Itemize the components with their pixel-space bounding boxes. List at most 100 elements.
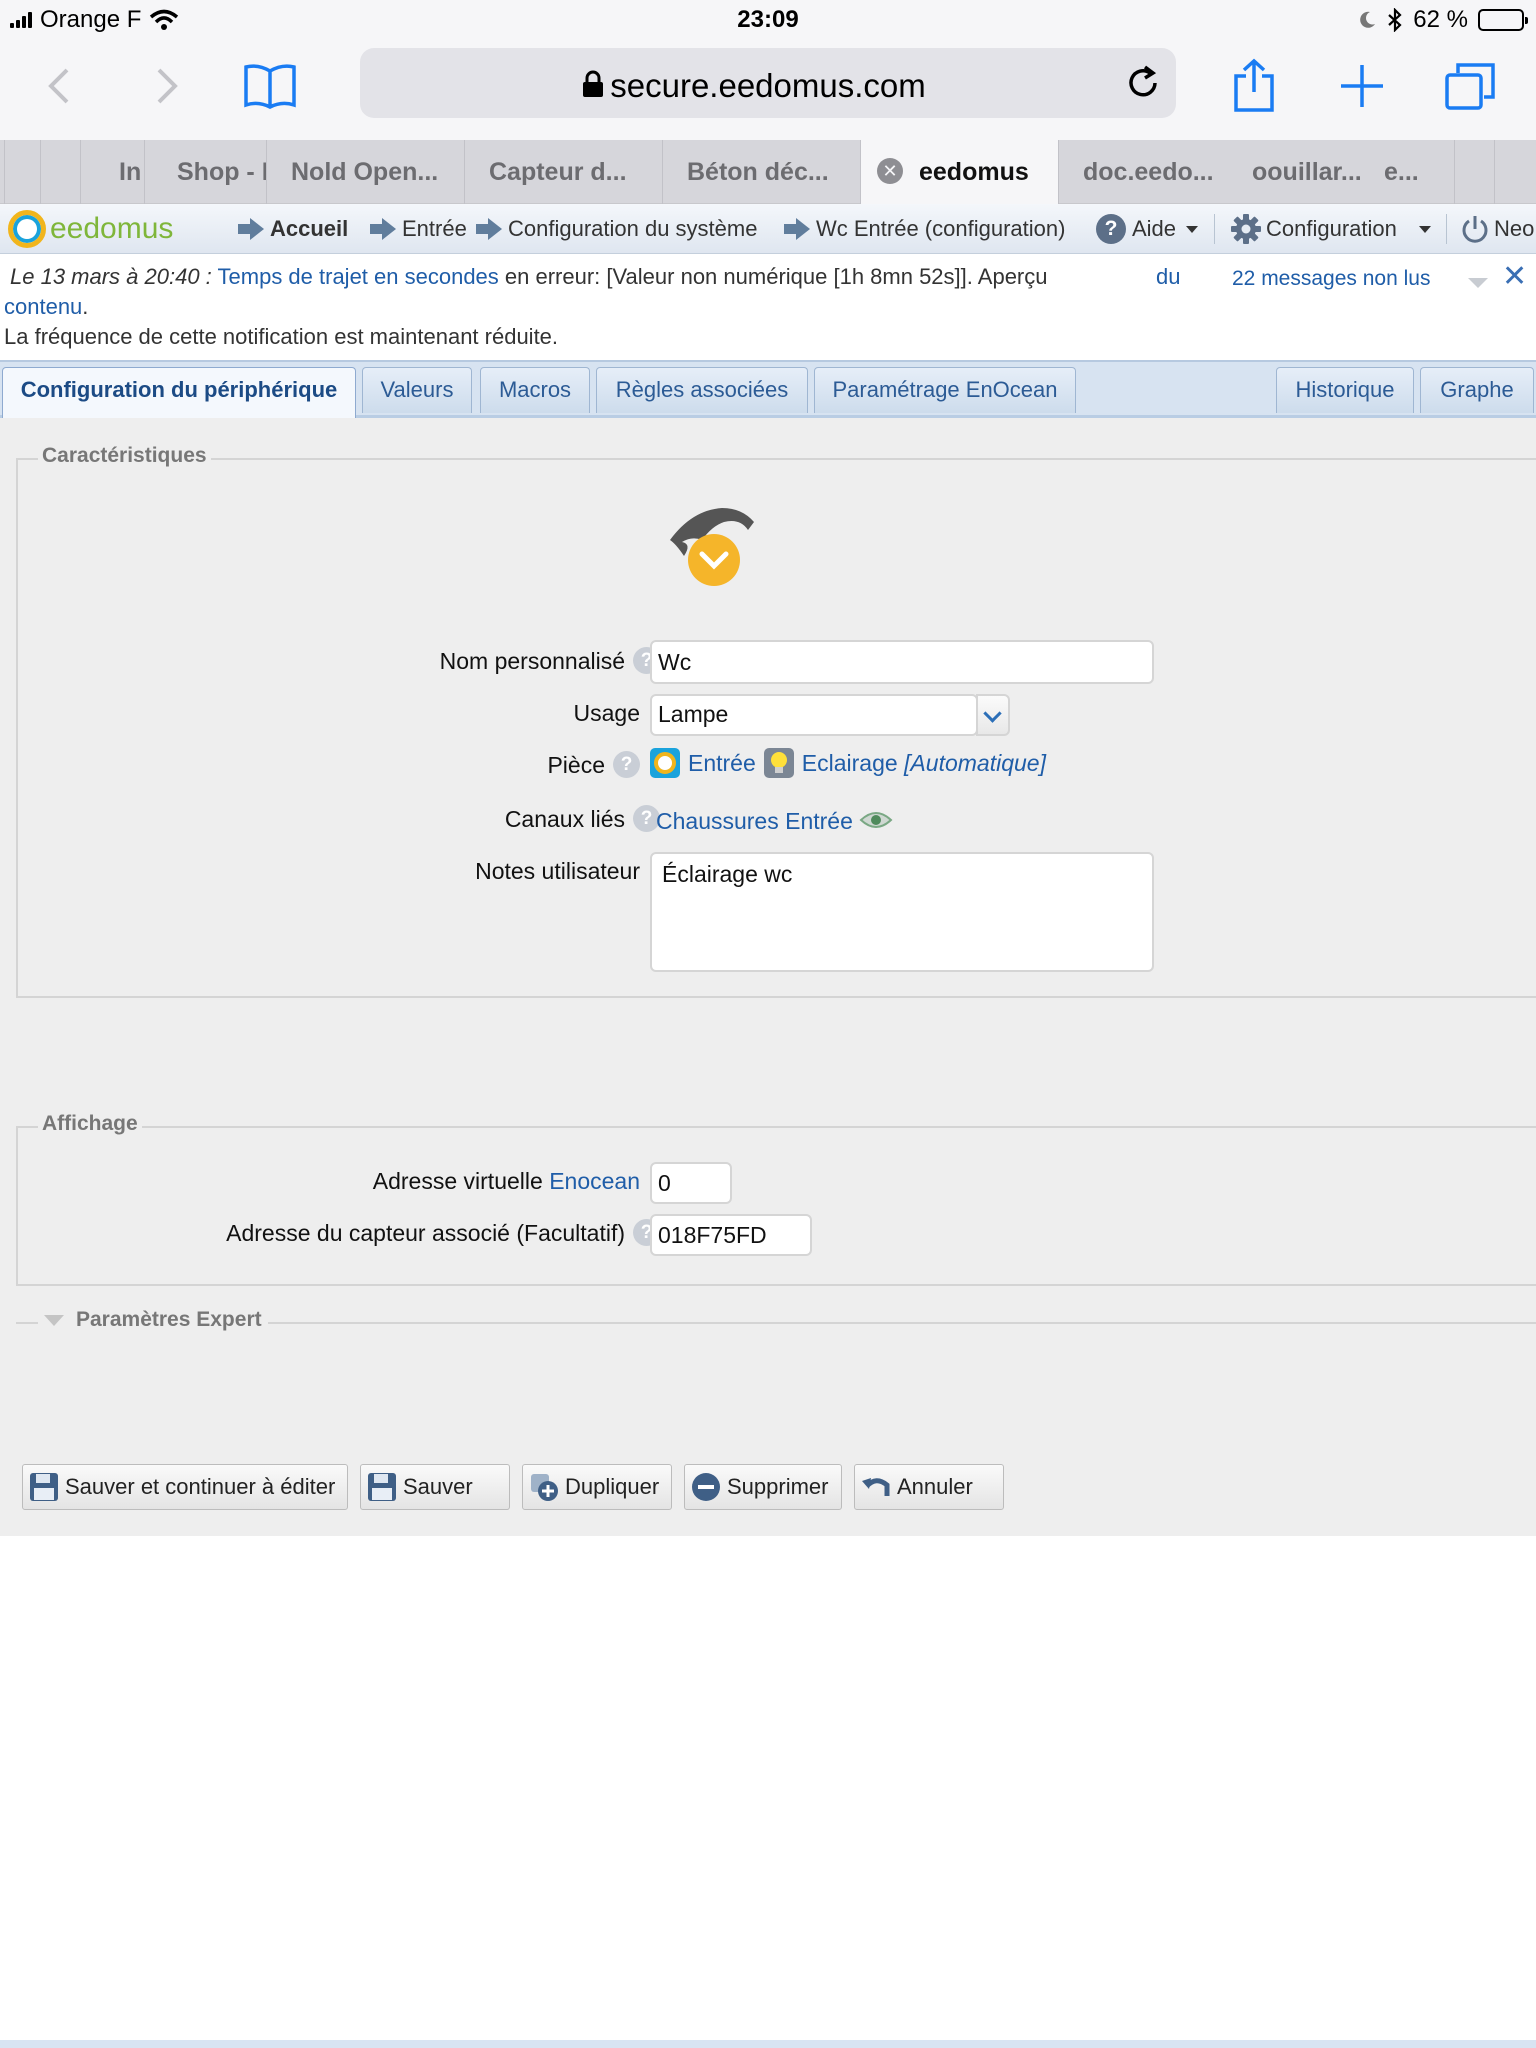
eye-icon[interactable] (859, 808, 893, 832)
close-icon[interactable]: ✕ (1502, 262, 1527, 292)
duplicate-icon (531, 1474, 558, 1501)
button-label: Sauver et continuer à éditer (65, 1474, 336, 1499)
expert-section-toggle[interactable]: Paramètres Expert (38, 1308, 268, 1332)
breadcrumb-home[interactable]: Accueil (222, 204, 348, 254)
browser-tab[interactable]: e... (1376, 140, 1454, 204)
browser-tab[interactable]: oouillar... (1226, 140, 1376, 204)
configuration-menu[interactable]: Configuration (1230, 204, 1431, 254)
browser-tab-active[interactable]: ✕ eedomus (860, 140, 1058, 204)
tabs-overview-icon[interactable] (1440, 56, 1500, 116)
tab-device-config[interactable]: Configuration du périphérique (2, 367, 356, 418)
forward-icon[interactable] (136, 56, 196, 116)
usage-select[interactable]: Lampe (650, 694, 978, 736)
browser-tab[interactable]: Shop - I (144, 140, 266, 204)
label-text: Nom personnalisé (439, 648, 625, 674)
save-button[interactable]: Sauver (360, 1464, 510, 1510)
logo-text: eedomus (50, 212, 174, 245)
user-name: Neo (1494, 216, 1535, 241)
chevron-down-icon[interactable] (1468, 278, 1488, 288)
category-link[interactable]: Eclairage (802, 750, 898, 776)
lightbulb-icon (763, 748, 794, 778)
tab-rules[interactable]: Règles associées (596, 367, 808, 413)
virtual-address-label: Adresse virtuelle Enocean (200, 1168, 640, 1195)
url-text: secure.eedomus.com (610, 67, 926, 104)
room-value: Entrée Eclairage [Automatique] (650, 748, 1046, 780)
arrow-right-icon (238, 218, 264, 240)
page-bottom-strip (0, 2040, 1536, 2048)
breadcrumb-room[interactable]: Entrée (354, 204, 467, 254)
button-label: Annuler (897, 1474, 973, 1499)
arrow-right-icon (784, 218, 810, 240)
custom-name-input[interactable] (650, 640, 1154, 684)
usage-label: Usage (573, 700, 640, 726)
tab-history[interactable]: Historique (1276, 367, 1414, 413)
menu-divider (1446, 214, 1447, 244)
close-tab-icon[interactable]: ✕ (877, 158, 903, 185)
unread-messages-link[interactable]: 22 messages non lus (1232, 264, 1430, 294)
preview-link[interactable]: du (1156, 262, 1180, 292)
bookmarks-icon[interactable] (240, 56, 300, 116)
notification-message-cont: contenu. (4, 292, 88, 322)
floppy-disk-icon (368, 1473, 396, 1501)
enocean-link[interactable]: Enocean (549, 1168, 640, 1194)
user-menu[interactable]: Neo (1460, 204, 1534, 254)
tab-enocean-settings[interactable]: Paramétrage EnOcean (814, 367, 1076, 413)
notification-text: . (82, 294, 89, 319)
bluetooth-icon (1388, 8, 1402, 32)
breadcrumb-system-config[interactable]: Configuration du système (460, 204, 757, 254)
user-notes-label: Notes utilisateur (475, 858, 640, 884)
clock: 23:09 (737, 6, 799, 33)
virtual-address-input[interactable] (650, 1162, 732, 1204)
chevron-down-icon (1418, 225, 1431, 233)
address-bar[interactable]: secure.eedomus.com (360, 48, 1176, 118)
browser-tab-empty[interactable] (40, 140, 80, 204)
browser-tab-empty[interactable] (1454, 140, 1494, 204)
browser-tab[interactable]: In (80, 140, 144, 204)
delete-button[interactable]: Supprimer (684, 1464, 842, 1510)
floppy-disk-icon (30, 1473, 58, 1501)
label-text: Canaux liés (504, 806, 625, 832)
preview-link[interactable]: contenu (4, 294, 82, 319)
help-icon: ? (1096, 214, 1126, 244)
browser-tab-empty[interactable] (4, 140, 40, 204)
back-icon[interactable] (30, 56, 90, 116)
browser-tab-label: eedomus (919, 158, 1029, 186)
power-icon (1462, 216, 1488, 243)
chevron-down-icon[interactable] (976, 694, 1010, 736)
sensor-address-label: Adresse du capteur associé (Facultatif)? (100, 1219, 660, 1248)
help-menu[interactable]: ? Aide (1096, 204, 1199, 254)
save-continue-button[interactable]: Sauver et continuer à éditer (22, 1464, 348, 1510)
linked-channels-value: Chaussures Entrée (656, 808, 893, 835)
tab-values[interactable]: Valeurs (362, 367, 472, 413)
breadcrumb-device[interactable]: Wc Entrée (configuration) (768, 204, 1065, 254)
eedomus-logo[interactable]: eedomus (8, 204, 173, 254)
duplicate-button[interactable]: Dupliquer (522, 1464, 672, 1510)
tab-macros[interactable]: Macros (480, 367, 590, 413)
button-label: Supprimer (727, 1474, 829, 1499)
user-notes-textarea[interactable]: Éclairage wc (650, 852, 1154, 972)
breadcrumb-label: Entrée (402, 216, 467, 241)
browser-tab[interactable]: Béton déc... (662, 140, 860, 204)
share-icon[interactable] (1224, 56, 1284, 116)
room-link[interactable]: Entrée (688, 750, 756, 776)
browser-tab[interactable]: Nold Open... (266, 140, 464, 204)
new-tab-icon[interactable] (1332, 56, 1392, 116)
cancel-button[interactable]: Annuler (854, 1464, 1004, 1510)
name-label: Nom personnalisé? (300, 647, 660, 676)
battery-percent: 62 % (1413, 6, 1468, 33)
browser-tab[interactable]: Capteur d... (464, 140, 662, 204)
tab-graph[interactable]: Graphe (1420, 367, 1534, 413)
browser-tab-strip: In Shop - I Nold Open... Capteur d... Bé… (0, 140, 1536, 204)
notification-date: Le 13 mars à 20:40 : (10, 264, 212, 289)
notification-sensor-link[interactable]: Temps de trajet en secondes (218, 264, 499, 289)
chevron-down-icon (44, 1314, 64, 1326)
linked-channel-link[interactable]: Chaussures Entrée (656, 808, 853, 834)
browser-tab-empty[interactable] (1494, 140, 1536, 204)
notification-message: Le 13 mars à 20:40 : Temps de trajet en … (10, 262, 1210, 292)
reload-icon[interactable] (1124, 64, 1162, 102)
help-icon[interactable]: ? (613, 751, 640, 779)
button-label: Sauver (403, 1474, 473, 1499)
undo-icon (862, 1478, 890, 1496)
sensor-address-input[interactable] (650, 1214, 812, 1256)
label-text: Adresse du capteur associé (Facultatif) (226, 1220, 625, 1246)
